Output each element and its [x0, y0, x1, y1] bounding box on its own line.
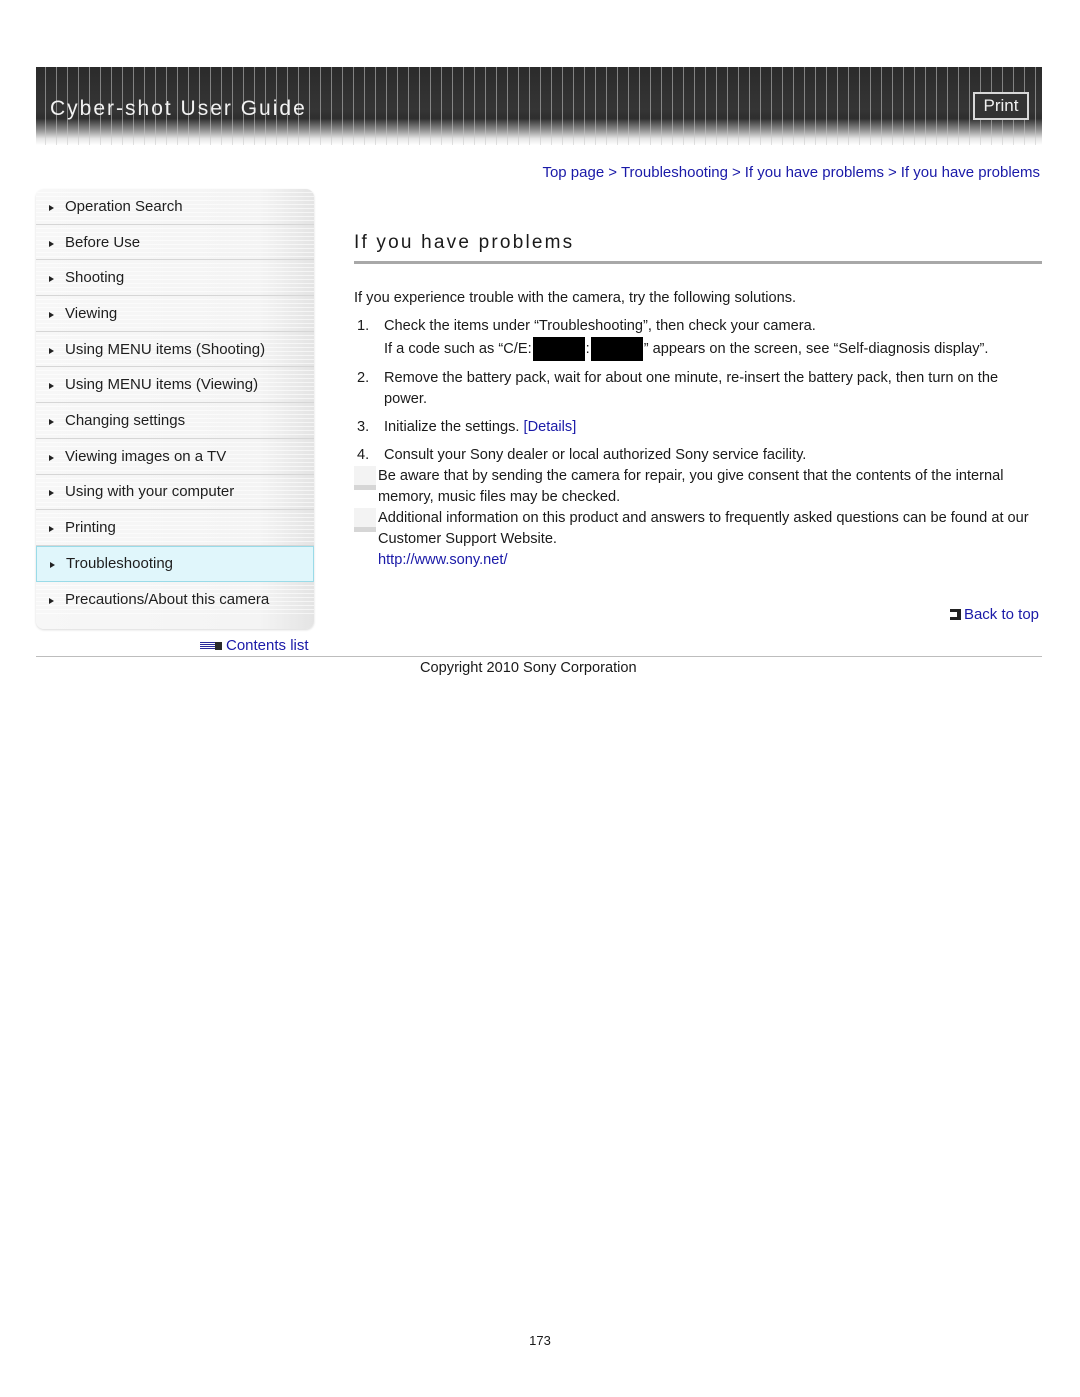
main-content: If you experience trouble with the camer…	[354, 290, 1044, 571]
step-text: Initialize the settings.	[384, 419, 520, 435]
page-title: If you have problems	[354, 232, 575, 253]
triangle-right-icon	[49, 240, 54, 247]
sidebar-item-shooting[interactable]: Shooting	[36, 260, 314, 297]
breadcrumb-troubleshooting[interactable]: Troubleshooting	[621, 164, 728, 181]
intro-text: If you experience trouble with the camer…	[354, 290, 797, 306]
sidebar-item-label: Troubleshooting	[66, 555, 174, 573]
contents-list-link[interactable]: Contents list	[200, 637, 309, 654]
back-to-top-icon	[949, 609, 961, 620]
sidebar-item-label: Printing	[65, 519, 116, 537]
triangle-right-icon	[50, 562, 55, 569]
triangle-right-icon	[49, 276, 54, 283]
breadcrumb-separator: >	[887, 164, 897, 181]
error-code-box	[590, 337, 643, 361]
step-item: 3. Initialize the settings. [Details]	[354, 417, 1044, 438]
step-number: 3.	[357, 419, 370, 435]
step-text: Consult your Sony dealer or local author…	[384, 447, 807, 463]
sidebar-item-label: Using with your computer	[65, 483, 235, 501]
sidebar-item-label: Precautions/About this camera	[65, 590, 270, 608]
step-item: 4. Consult your Sony dealer or local aut…	[354, 445, 1044, 466]
subtext-suffix: ” appears on the screen, see “Self-diagn…	[643, 340, 989, 357]
breadcrumb-current-page[interactable]: If you have problems	[901, 164, 1040, 181]
triangle-right-icon	[49, 526, 54, 533]
details-link[interactable]: [Details]	[524, 419, 577, 435]
sidebar-item-before-use[interactable]: Before Use	[36, 224, 314, 261]
triangle-right-icon	[49, 311, 54, 318]
triangle-right-icon	[49, 418, 54, 425]
step-number: 1.	[357, 318, 370, 334]
sidebar-item-printing[interactable]: Printing	[36, 510, 314, 546]
note-item: Be aware that by sending the camera for …	[354, 466, 1044, 508]
note-icon	[354, 466, 376, 490]
sidebar-item-label: Using MENU items (Viewing)	[65, 376, 259, 394]
step-item: 2. Remove the battery pack, wait for abo…	[354, 368, 1044, 410]
sidebar-item-label: Changing settings	[65, 411, 186, 429]
triangle-right-icon	[49, 490, 54, 497]
step-text: Check the items under “Troubleshooting”,…	[384, 318, 816, 334]
sidebar-item-label: Using MENU items (Shooting)	[65, 340, 266, 358]
error-code-box	[532, 337, 585, 361]
sidebar-item-label: Viewing	[65, 304, 118, 322]
sidebar-item-troubleshooting[interactable]: Troubleshooting	[36, 545, 314, 582]
copyright-text: Copyright 2010 Sony Corporation	[420, 660, 637, 676]
sidebar-item-computer[interactable]: Using with your computer	[36, 474, 314, 511]
contents-list-label: Contents list	[226, 637, 309, 654]
title-divider	[354, 261, 1042, 264]
note-icon	[354, 508, 376, 532]
sidebar-item-precautions[interactable]: Precautions/About this camera	[36, 581, 314, 618]
breadcrumb-separator: >	[608, 164, 617, 181]
back-to-top-label: Back to top	[963, 606, 1039, 623]
step-number: 4.	[357, 447, 370, 463]
breadcrumb-separator: >	[731, 164, 741, 181]
sidebar-item-label: Shooting	[65, 269, 125, 287]
sidebar-item-operation-search[interactable]: Operation Search	[36, 189, 314, 225]
sidebar-nav: Operation Search Before Use Shooting Vie…	[36, 189, 314, 629]
triangle-right-icon	[49, 454, 54, 461]
breadcrumb-top-page[interactable]: Top page	[542, 164, 604, 181]
sidebar-item-label: Before Use	[65, 233, 141, 251]
subtext-prefix: If a code such as “C/E:	[384, 340, 532, 357]
step-subtext: If a code such as “C/E:: ” appears on the…	[384, 337, 1044, 361]
sidebar-item-changing-settings[interactable]: Changing settings	[36, 403, 314, 439]
sidebar-item-menu-viewing[interactable]: Using MENU items (Viewing)	[36, 367, 314, 404]
back-to-top-link[interactable]: Back to top	[949, 606, 1039, 623]
triangle-right-icon	[49, 204, 54, 211]
step-text: Remove the battery pack, wait for about …	[384, 370, 999, 407]
triangle-right-icon	[49, 383, 54, 390]
contents-list-icon	[200, 641, 222, 650]
triangle-right-icon	[49, 597, 54, 604]
subtext-colon: :	[585, 340, 590, 357]
step-number: 2.	[357, 370, 370, 386]
sidebar-item-menu-shooting[interactable]: Using MENU items (Shooting)	[36, 331, 314, 368]
page-number: 173	[529, 1333, 551, 1348]
support-website-link[interactable]: http://www.sony.net/	[354, 550, 1044, 571]
step-item: 1. Check the items under “Troubleshootin…	[354, 316, 1044, 361]
footer-divider	[36, 656, 1042, 657]
sidebar-item-label: Operation Search	[65, 197, 183, 215]
note-text: Be aware that by sending the camera for …	[378, 468, 1004, 505]
breadcrumb: Top page > Troubleshooting > If you have pro…	[542, 164, 1040, 181]
sidebar-item-viewing-tv[interactable]: Viewing images on a TV	[36, 438, 314, 475]
note-text: Additional information on this product a…	[378, 510, 1029, 547]
sidebar-item-viewing[interactable]: Viewing	[36, 296, 314, 332]
guide-title: Cyber-shot User Guide	[50, 97, 307, 120]
note-item: Additional information on this product a…	[354, 508, 1044, 550]
breadcrumb-if-you-have-problems[interactable]: If you have problems	[745, 164, 884, 181]
triangle-right-icon	[49, 347, 54, 354]
header-banner: Cyber-shot User Guide Print	[36, 67, 1042, 145]
print-button[interactable]: Print	[973, 92, 1029, 120]
sidebar-item-label: Viewing images on a TV	[65, 447, 227, 465]
